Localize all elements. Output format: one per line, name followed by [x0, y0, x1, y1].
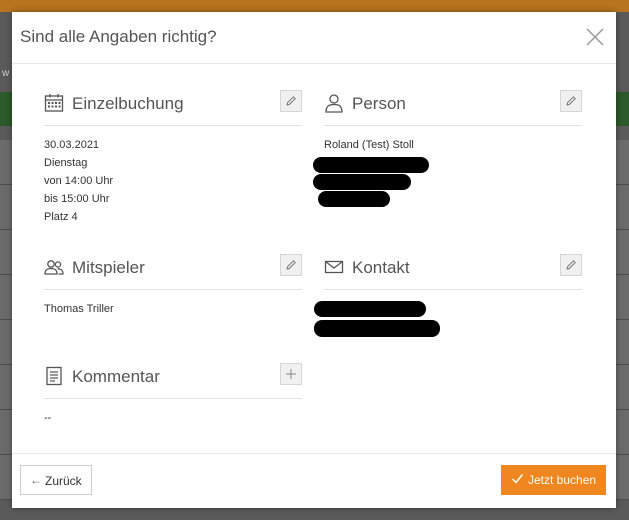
booking-end-time: bis 15:00 Uhr — [44, 193, 110, 205]
redaction-mark — [313, 174, 411, 190]
redaction-mark — [313, 157, 429, 173]
document-icon — [46, 366, 62, 386]
co-player-name: Thomas Triller — [44, 303, 114, 315]
section-person-title: Person — [352, 94, 406, 113]
background-header-bar — [0, 0, 629, 12]
person-icon — [325, 94, 343, 113]
arrow-left-icon: ← — [30, 473, 42, 487]
close-button[interactable] — [584, 26, 606, 48]
mail-icon — [324, 260, 344, 274]
redaction-mark — [314, 320, 440, 337]
edit-contact-button[interactable] — [560, 254, 582, 276]
pencil-icon — [286, 260, 296, 270]
edit-players-button[interactable] — [280, 254, 302, 276]
section-person-header: Person — [324, 85, 582, 126]
back-button-label: Zurück — [45, 474, 82, 488]
check-icon — [511, 474, 524, 484]
plus-icon — [286, 369, 296, 379]
booking-date: 30.03.2021 — [44, 139, 100, 151]
calendar-icon — [44, 94, 64, 112]
book-now-button-label: Jetzt buchen — [528, 473, 597, 487]
users-icon — [44, 260, 64, 275]
confirmation-dialog: Sind alle Angaben richtig? Einzelbuchung — [12, 12, 616, 508]
redaction-mark — [318, 191, 390, 207]
person-name: Roland (Test) Stoll — [324, 139, 414, 151]
section-players-header: Mitspieler — [44, 249, 302, 290]
close-icon — [586, 28, 604, 46]
comment-value: -- — [44, 412, 52, 424]
back-button[interactable]: ← Zurück — [20, 465, 92, 495]
edit-booking-button[interactable] — [280, 90, 302, 112]
section-booking-title: Einzelbuchung — [72, 94, 184, 113]
section-comment-header: Kommentar — [44, 358, 302, 399]
section-booking-header: Einzelbuchung — [44, 85, 302, 126]
pencil-icon — [566, 260, 576, 270]
pencil-icon — [566, 96, 576, 106]
section-contact-header: Kontakt — [324, 249, 582, 290]
booking-court: Platz 4 — [44, 211, 78, 223]
dialog-footer: ← Zurück Jetzt buchen — [12, 453, 616, 509]
book-now-button[interactable]: Jetzt buchen — [501, 465, 606, 495]
section-contact-title: Kontakt — [352, 258, 410, 277]
edit-person-button[interactable] — [560, 90, 582, 112]
background-text-fragment: w — [2, 68, 10, 79]
booking-start-time: von 14:00 Uhr — [44, 175, 114, 187]
booking-details: 30.03.2021 Dienstag von 14:00 Uhr bis 15… — [44, 136, 113, 226]
add-comment-button[interactable] — [280, 363, 302, 385]
section-comment-title: Kommentar — [72, 367, 160, 386]
pencil-icon — [286, 96, 296, 106]
section-players-title: Mitspieler — [72, 258, 145, 277]
booking-weekday: Dienstag — [44, 157, 88, 169]
redaction-mark — [314, 301, 426, 317]
dialog-title: Sind alle Angaben richtig? — [20, 27, 217, 46]
dialog-header: Sind alle Angaben richtig? — [12, 12, 616, 64]
